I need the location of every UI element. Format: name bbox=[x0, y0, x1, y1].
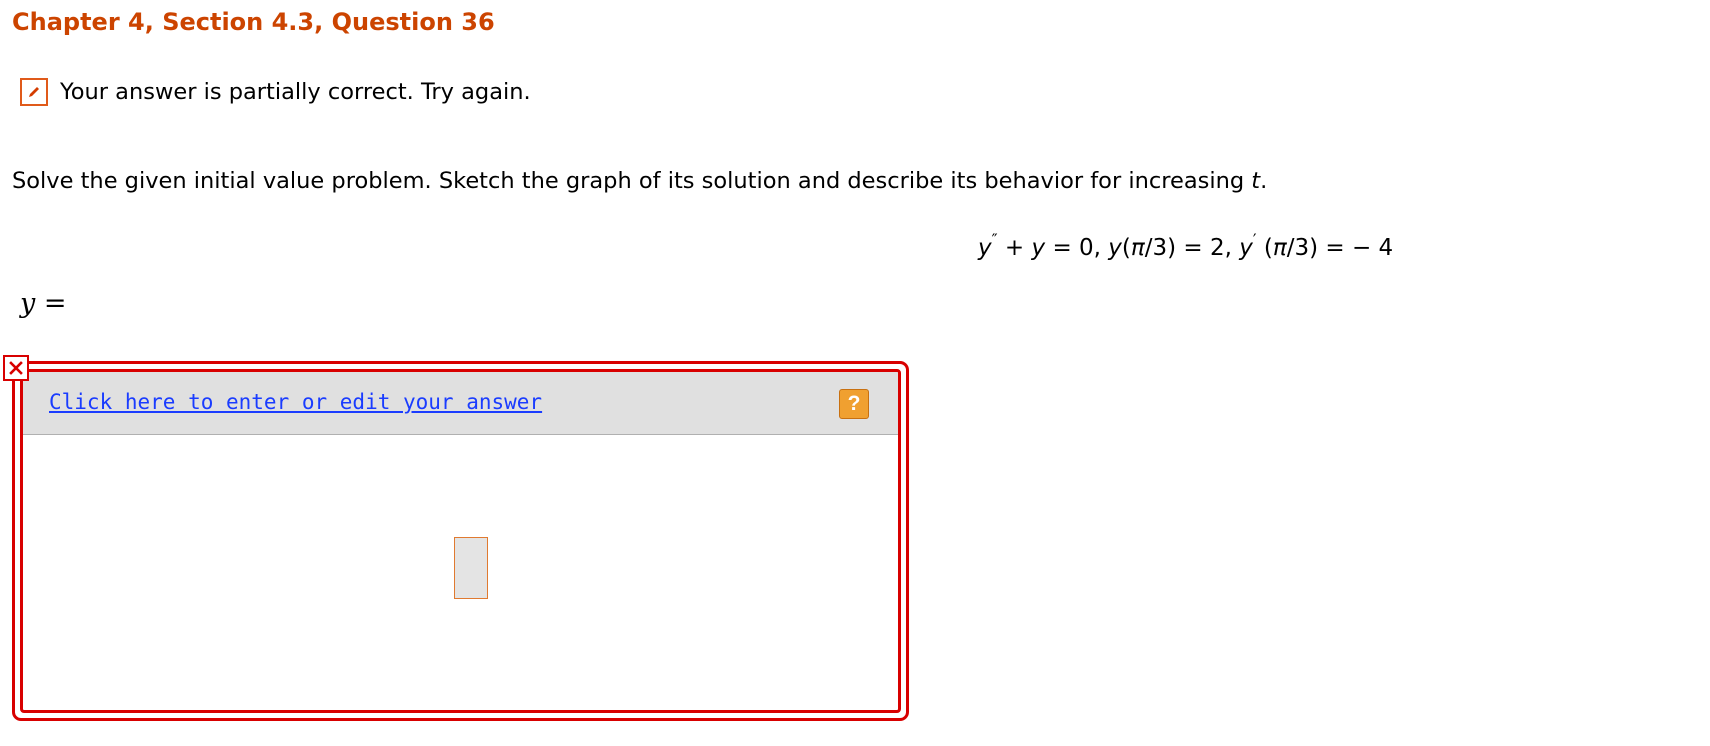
equation-var: y bbox=[978, 235, 992, 261]
answer-label-var: y bbox=[20, 288, 36, 319]
answer-box: Click here to enter or edit your answer … bbox=[12, 361, 909, 721]
equation-pi: π bbox=[1272, 235, 1287, 261]
status-text: Your answer is partially correct. Try ag… bbox=[60, 79, 531, 105]
instruction-text: Solve the given initial value problem. S… bbox=[12, 168, 1252, 194]
equation-pi: π bbox=[1130, 235, 1145, 261]
equation-text: = 0, bbox=[1045, 235, 1109, 261]
equation-var: y bbox=[1239, 235, 1253, 261]
help-button[interactable]: ? bbox=[839, 389, 869, 419]
instruction-period: . bbox=[1260, 168, 1268, 194]
pencil-icon bbox=[20, 78, 48, 106]
answer-editor: Click here to enter or edit your answer … bbox=[20, 369, 901, 713]
answer-label: y = bbox=[20, 288, 66, 319]
equation-text: ( bbox=[1256, 235, 1273, 261]
equation-text: /3) = − 4 bbox=[1286, 235, 1394, 261]
edit-answer-link[interactable]: Click here to enter or edit your answer bbox=[49, 390, 542, 414]
answer-input[interactable] bbox=[454, 537, 488, 599]
answer-toolbar: Click here to enter or edit your answer … bbox=[23, 372, 898, 435]
problem-instruction: Solve the given initial value problem. S… bbox=[12, 168, 1267, 194]
equation-text: ( bbox=[1121, 235, 1131, 261]
equation-text: /3) = 2, bbox=[1144, 235, 1240, 261]
initial-value-equation: y″ + y = 0, y(π/3) = 2, y′ (π/3) = − 4 bbox=[978, 230, 1393, 261]
question-page: Chapter 4, Section 4.3, Question 36 Your… bbox=[0, 0, 1710, 746]
instruction-variable: t bbox=[1251, 168, 1261, 194]
page-title: Chapter 4, Section 4.3, Question 36 bbox=[12, 8, 495, 36]
answer-label-equals: = bbox=[35, 288, 67, 319]
equation-text: + bbox=[997, 235, 1032, 261]
equation-var: y bbox=[1031, 235, 1046, 261]
equation-var: y bbox=[1108, 235, 1122, 261]
close-icon bbox=[3, 355, 29, 381]
